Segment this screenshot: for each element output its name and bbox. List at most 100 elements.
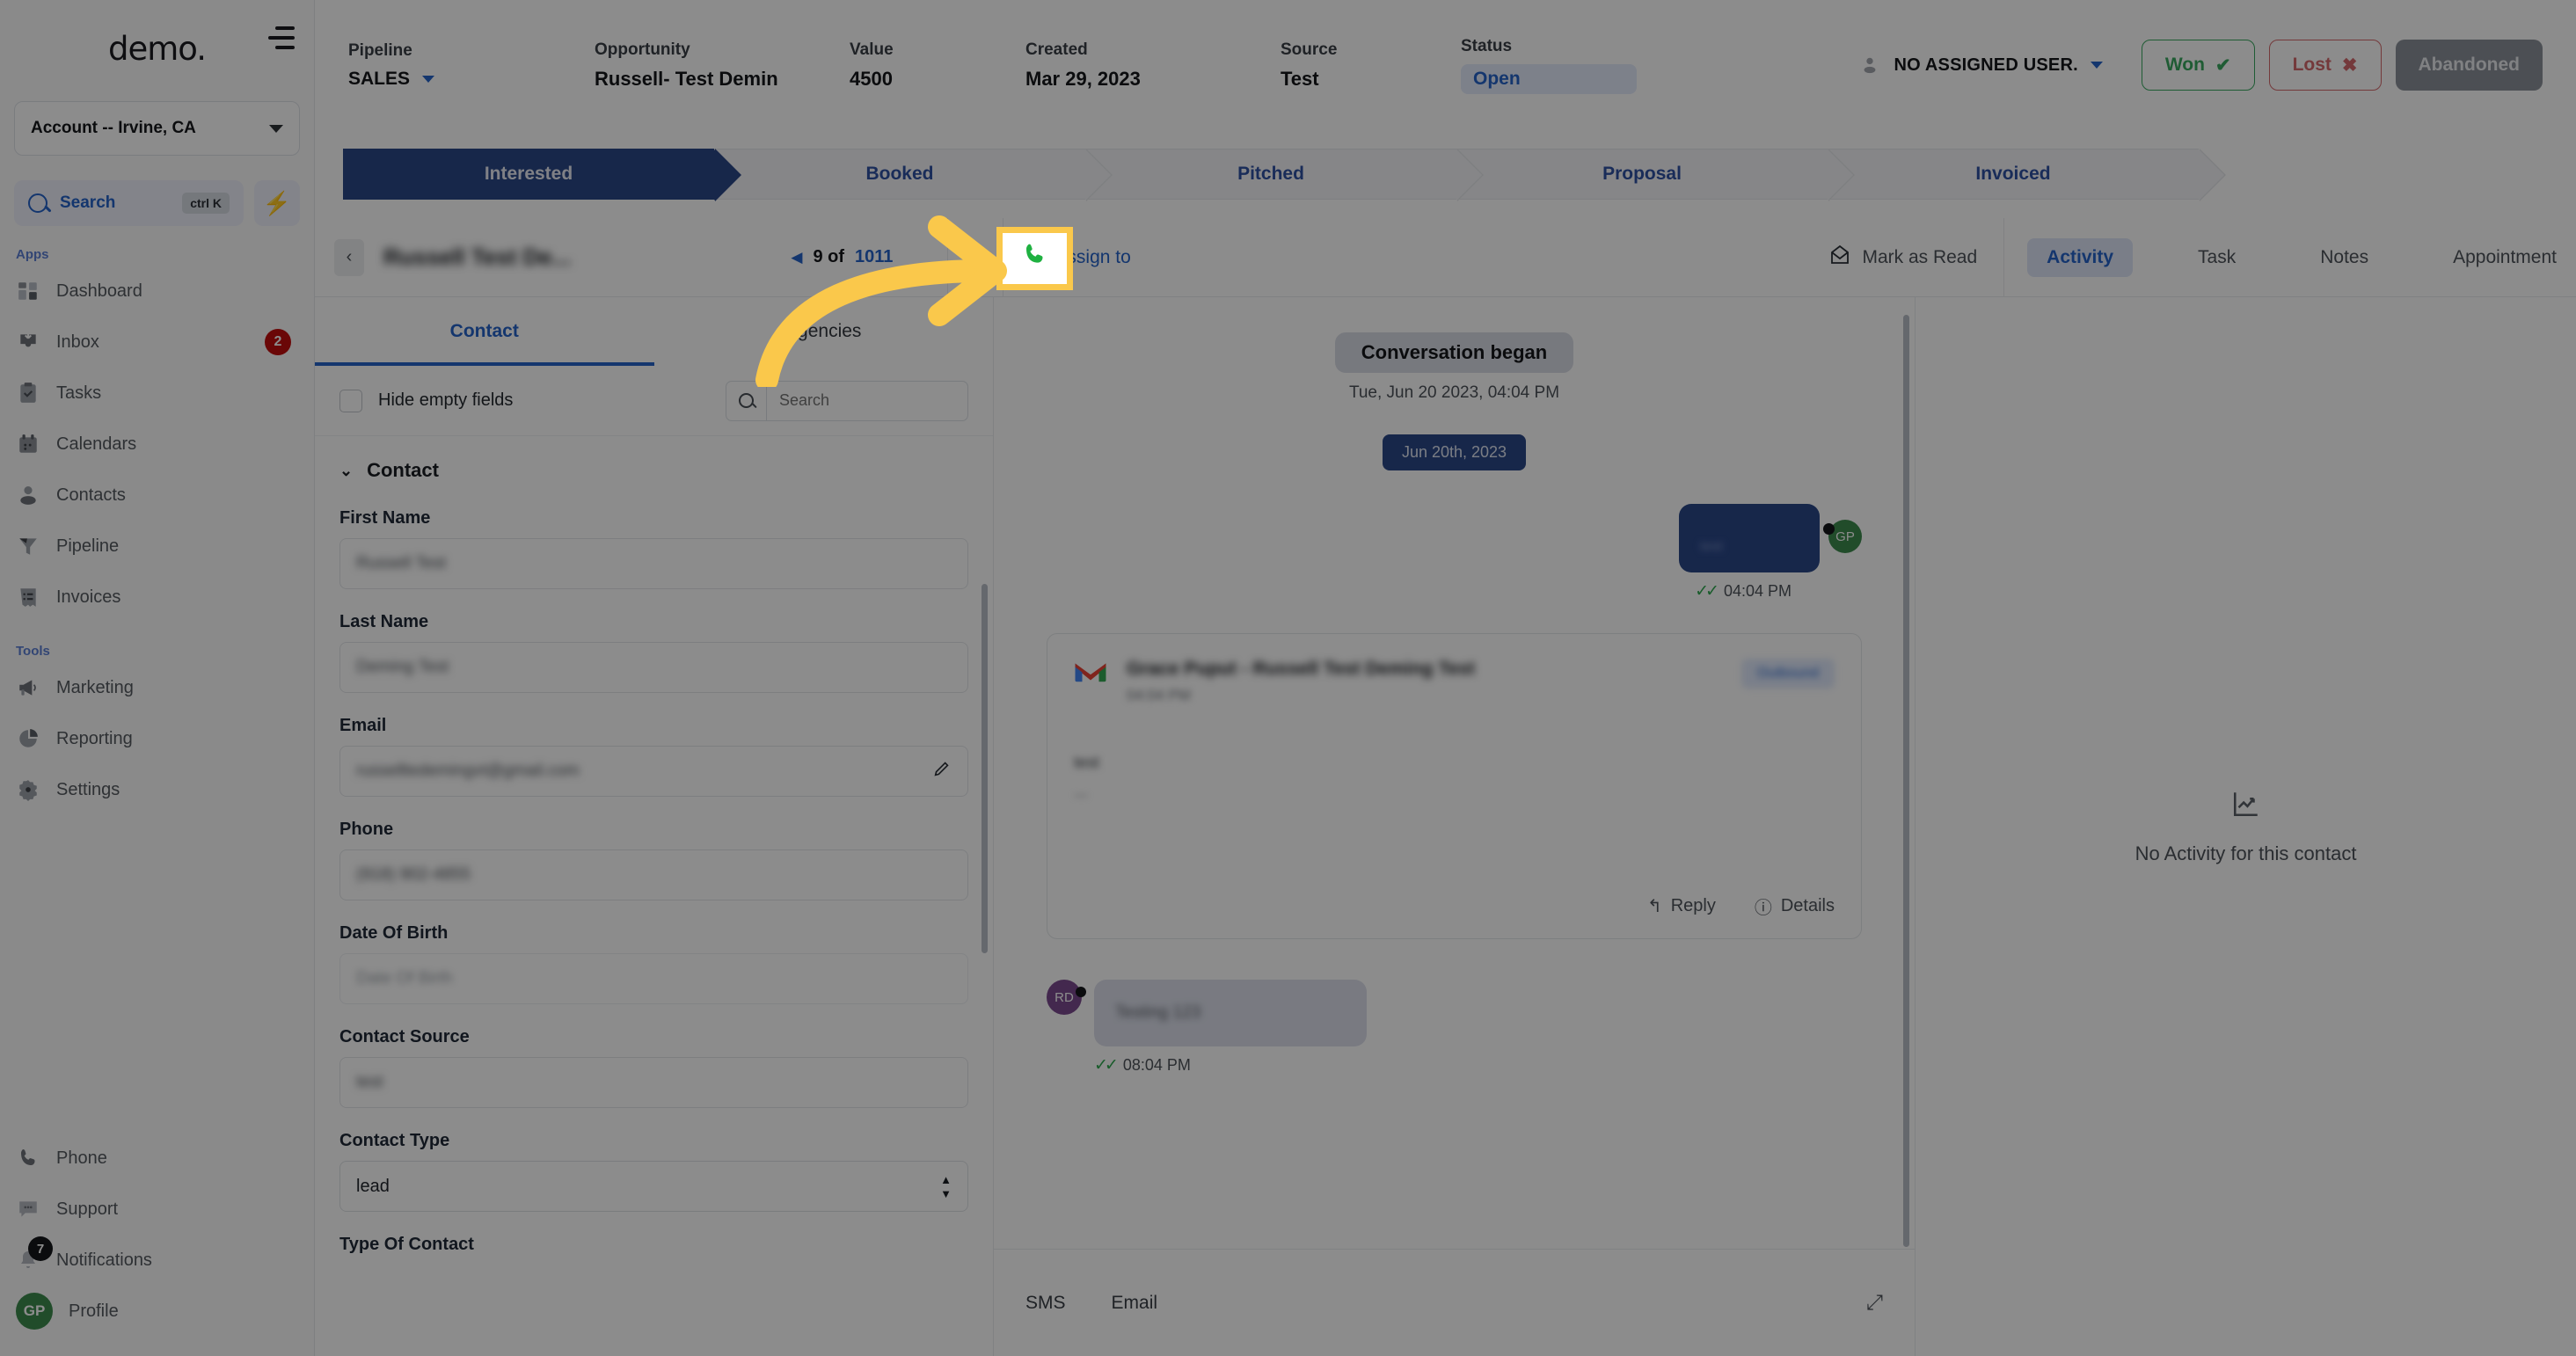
gmail-icon — [1074, 659, 1107, 685]
phone-input[interactable]: (918) 902-4855 — [339, 849, 968, 900]
inbox-badge: 2 — [265, 329, 291, 355]
message-outgoing: test GP — [1047, 504, 1862, 572]
sidebar-item-dashboard[interactable]: Dashboard — [0, 266, 314, 317]
stage-label: Pitched — [1237, 164, 1304, 184]
abandoned-button[interactable]: Abandoned — [2395, 40, 2543, 91]
lost-button[interactable]: Lost ✖ — [2268, 40, 2382, 91]
tab-appointment[interactable]: Appointment — [2434, 238, 2576, 277]
hide-empty-fields-checkbox[interactable] — [339, 389, 362, 412]
tab-label: Appointment — [2453, 246, 2557, 267]
contact-form-scrollbar[interactable] — [982, 584, 988, 953]
tab-label: Task — [2198, 246, 2237, 267]
sidebar-item-label: Support — [56, 1199, 119, 1219]
composer-tab-sms[interactable]: SMS — [1025, 1293, 1066, 1314]
expand-diagonal-icon[interactable]: ⤢ — [1866, 1291, 1883, 1316]
tab-activity[interactable]: Activity — [2027, 237, 2134, 277]
contact-group-header[interactable]: ⌄ Contact — [339, 459, 968, 482]
sidebar-item-profile[interactable]: GP Profile — [0, 1286, 314, 1337]
call-contact-button[interactable]: 📞 — [948, 230, 1003, 285]
hamburger-menu-icon[interactable] — [265, 26, 295, 49]
conversation-began-date: Tue, Jun 20 2023, 04:04 PM — [1348, 383, 1560, 402]
field-type-of-contact: Type Of Contact — [339, 1235, 968, 1255]
stage-pitched[interactable]: Pitched — [1085, 149, 1484, 201]
sidebar-item-pipeline[interactable]: Pipeline — [0, 521, 314, 572]
conversation-start: Conversation began Tue, Jun 20 2023, 04:… — [1047, 332, 1862, 403]
sidebar-item-label: Phone — [56, 1148, 107, 1168]
first-name-input[interactable]: Russell Test — [339, 538, 968, 589]
contact-search-input[interactable] — [767, 381, 967, 420]
field-value: test — [356, 1073, 383, 1091]
email-card-meta: Grace Puput - Russell Test Deming Test 0… — [1127, 659, 1475, 704]
lightning-bolt-icon[interactable]: ⚡ — [254, 180, 300, 226]
pagination-current: 9 of — [813, 247, 845, 266]
stage-proposal[interactable]: Proposal — [1456, 149, 1855, 201]
sidebar-item-tasks[interactable]: Tasks — [0, 368, 314, 419]
search-icon — [28, 193, 47, 213]
date-of-birth-input[interactable]: Date Of Birth — [339, 953, 968, 1004]
message-bubble[interactable]: Testing 123 — [1094, 980, 1367, 1046]
stage-interested[interactable]: Interested — [343, 149, 741, 201]
email-body-line-1: test — [1074, 754, 1100, 771]
field-value: Deming Test — [356, 658, 449, 676]
pipeline-selector[interactable]: SALES — [348, 69, 595, 90]
tab-contact[interactable]: Contact — [315, 297, 654, 366]
contact-source-input[interactable]: test — [339, 1057, 968, 1108]
sidebar-item-phone[interactable]: Phone — [0, 1133, 314, 1184]
tools-section-label: Tools — [16, 644, 50, 659]
sidebar-item-inbox[interactable]: Inbox 2 — [0, 317, 314, 368]
assigned-user-label: NO ASSIGNED USER. — [1894, 55, 2078, 75]
search-icon[interactable] — [726, 381, 767, 420]
stage-booked[interactable]: Booked — [714, 149, 1113, 201]
mark-as-read-button[interactable]: Mark as Read — [1828, 244, 1977, 271]
sidebar-item-label: Marketing — [56, 677, 134, 697]
avatar-initials: RD — [1054, 989, 1074, 1005]
email-input[interactable]: russelltedemingvt@gmail.com — [339, 746, 968, 797]
account-selector[interactable]: Account -- Irvine, CA — [14, 101, 300, 156]
dashboard-icon — [16, 279, 40, 303]
field-value: Test — [1281, 67, 1319, 90]
field-label: Type Of Contact — [339, 1235, 474, 1254]
envelope-open-icon — [1828, 244, 1851, 271]
status-dot-icon — [1076, 987, 1086, 997]
tab-task[interactable]: Task — [2178, 238, 2255, 277]
sidebar-item-contacts[interactable]: Contacts — [0, 470, 314, 521]
reply-button[interactable]: ↰ Reply — [1647, 893, 1716, 919]
sidebar-item-support[interactable]: Support — [0, 1184, 314, 1235]
details-label: Details — [1780, 896, 1835, 915]
sidebar-item-calendars[interactable]: Calendars — [0, 419, 314, 470]
assigned-user-selector[interactable]: NO ASSIGNED USER. — [1858, 54, 2103, 77]
x-icon: ✖ — [2341, 55, 2358, 76]
message-bubble[interactable]: test — [1679, 504, 1820, 572]
search-input[interactable]: Search ctrl K — [14, 180, 244, 226]
email-message-card[interactable]: Grace Puput - Russell Test Deming Test 0… — [1047, 633, 1862, 939]
sidebar-item-notifications[interactable]: 7 Notifications — [0, 1235, 314, 1286]
contact-form: ⌄ Contact First Name Russell Test Last N… — [315, 436, 993, 1356]
field-key: Status — [1461, 36, 1513, 55]
last-name-input[interactable]: Deming Test — [339, 642, 968, 693]
triangle-left-icon[interactable]: ◀ — [791, 249, 802, 266]
message-timestamp-row: ✓✓ 08:04 PM — [1047, 1055, 1862, 1075]
back-button[interactable]: ‹ — [334, 238, 364, 276]
conversation-scrollbar[interactable] — [1903, 315, 1909, 1247]
details-button[interactable]: ⓘ Details — [1755, 893, 1835, 919]
sidebar-item-label: Settings — [56, 779, 120, 799]
sidebar-header: demo. — [0, 0, 314, 68]
tab-agencies[interactable]: Agencies — [654, 297, 994, 366]
stage-list: Interested Booked Pitched Proposal Invoi… — [343, 149, 2226, 201]
message-timestamp: 04:04 PM — [1723, 582, 1792, 600]
sidebar-item-reporting[interactable]: Reporting — [0, 713, 314, 764]
sidebar-item-marketing[interactable]: Marketing — [0, 662, 314, 713]
callout-highlight-call-button[interactable] — [996, 227, 1073, 290]
won-button[interactable]: Won ✔ — [2141, 40, 2255, 91]
pencil-icon[interactable] — [932, 759, 952, 784]
chevron-down-icon: ⌄ — [339, 461, 354, 479]
composer-tab-email[interactable]: Email — [1112, 1293, 1158, 1314]
sidebar-item-label: Notifications — [56, 1250, 152, 1270]
sidebar-item-settings[interactable]: Settings — [0, 764, 314, 815]
won-label: Won — [2164, 55, 2205, 75]
field-label: Last Name — [339, 612, 429, 631]
contact-type-select[interactable]: lead ▲ ▼ — [339, 1161, 968, 1212]
sidebar-item-invoices[interactable]: Invoices — [0, 572, 314, 623]
tab-notes[interactable]: Notes — [2301, 238, 2388, 277]
stage-invoiced[interactable]: Invoiced — [1828, 149, 2226, 201]
